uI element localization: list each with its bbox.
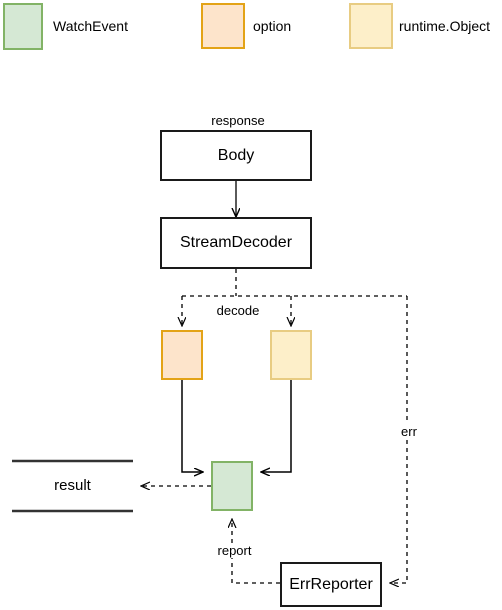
legend-label-runtime-object: runtime.Object	[399, 18, 491, 34]
node-runtime-object[interactable]	[270, 330, 312, 380]
legend-swatch-watchevent	[3, 3, 43, 50]
edge-err	[390, 296, 408, 583]
edge-runtimeobject-to-watchevent	[261, 380, 292, 472]
legend-swatch-runtime-object	[349, 3, 393, 49]
node-err-reporter[interactable]: ErrReporter	[280, 562, 382, 607]
edge-label-report: report	[204, 543, 265, 558]
node-option[interactable]	[161, 330, 203, 380]
node-body[interactable]: Body	[160, 130, 312, 181]
node-stream-decoder[interactable]: StreamDecoder	[160, 217, 312, 269]
node-watch-event[interactable]	[211, 461, 253, 511]
legend-swatch-option	[201, 3, 245, 49]
edge-label-response: response	[195, 113, 281, 128]
legend-label-option: option	[253, 18, 292, 34]
edge-label-err: err	[390, 424, 428, 439]
edge-label-decode: decode	[206, 303, 270, 318]
diagram-canvas: WatchEvent option runtime.Object Body St…	[0, 0, 502, 610]
legend-label-watchevent: WatchEvent	[53, 18, 128, 34]
edge-option-to-watchevent	[181, 380, 203, 472]
node-result-label: result	[54, 477, 91, 494]
